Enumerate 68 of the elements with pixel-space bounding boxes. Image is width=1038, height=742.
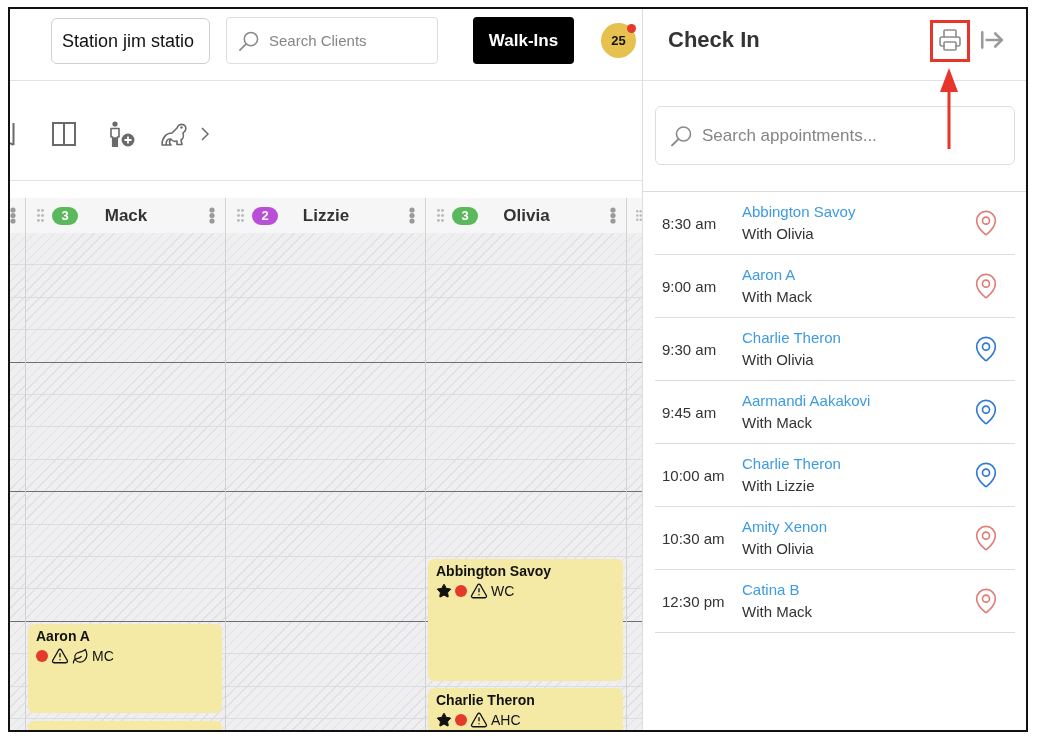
event-title: Charlie Theron xyxy=(436,691,536,709)
client-link[interactable]: Charlie Theron xyxy=(742,453,841,475)
appointment-time: 9:30 am xyxy=(662,340,718,358)
station-select[interactable]: Station jim statio xyxy=(51,18,210,64)
count-badge: 2 xyxy=(252,206,278,225)
dot-icon xyxy=(36,650,48,662)
staff-label: With Lizzie xyxy=(742,476,815,496)
staff-column-name: Olivia xyxy=(503,205,550,226)
search-field[interactable]: Search appointments... xyxy=(655,106,1015,165)
dot-icon xyxy=(455,585,467,597)
client-link[interactable]: Amity Xenon xyxy=(742,516,828,538)
warning-icon xyxy=(470,711,488,729)
partial-icon[interactable] xyxy=(10,121,15,146)
appointment-time: 9:00 am xyxy=(662,277,718,295)
more-icon[interactable] xyxy=(409,207,415,224)
frog-icon[interactable] xyxy=(160,121,188,146)
more-icon[interactable] xyxy=(209,207,215,224)
count-avatar[interactable]: 25 xyxy=(601,23,636,58)
event-card[interactable]: Charlie Theron AHC xyxy=(428,688,623,730)
staff-label: With Olivia xyxy=(742,539,814,559)
appointment-time: 10:30 am xyxy=(662,529,726,547)
add-person-icon[interactable] xyxy=(108,120,135,147)
event-card[interactable]: Aaron A MC xyxy=(28,624,222,713)
search-icon xyxy=(671,125,692,146)
staff-label: With Olivia xyxy=(742,350,814,370)
warning-icon xyxy=(51,647,69,665)
appointment-time: 9:45 am xyxy=(662,403,718,421)
service-code: AHC xyxy=(491,711,521,729)
appointment-time: 8:30 am xyxy=(662,214,718,232)
search-icon xyxy=(239,30,259,51)
service-code: WC xyxy=(491,582,515,600)
split-view-icon[interactable] xyxy=(52,121,76,146)
service-code: MC xyxy=(92,647,114,665)
appointment-time: 10:00 am xyxy=(662,466,726,484)
drag-handle-icon[interactable] xyxy=(437,209,444,222)
highlight-frame xyxy=(930,20,970,62)
more-icon[interactable] xyxy=(610,207,616,224)
client-link[interactable]: Abbington Savoy xyxy=(742,201,856,223)
client-link[interactable]: Aaron A xyxy=(742,264,796,286)
client-link[interactable]: Charlie Theron xyxy=(742,327,841,349)
client-link[interactable]: Catina B xyxy=(742,579,800,601)
event-title: Aaron A xyxy=(36,627,91,645)
search-field[interactable]: Search Clients xyxy=(226,17,438,64)
count-badge: 3 xyxy=(52,206,78,225)
drag-handle-icon[interactable] xyxy=(37,209,44,222)
event-card[interactable]: Abbington Savoy WC xyxy=(428,559,623,681)
printer-icon[interactable] xyxy=(938,28,962,52)
staff-label: With Olivia xyxy=(742,224,814,244)
star-icon xyxy=(436,583,452,599)
panel-title: Check In xyxy=(668,27,760,53)
warning-icon xyxy=(470,582,488,600)
dot-icon xyxy=(455,714,467,726)
drag-handle-icon[interactable] xyxy=(636,209,642,222)
count-badge: 3 xyxy=(452,206,478,225)
staff-label: With Mack xyxy=(742,287,812,307)
more-icon[interactable] xyxy=(10,207,16,224)
drag-handle-icon[interactable] xyxy=(237,209,244,222)
leaf-icon xyxy=(72,647,89,665)
star-icon xyxy=(436,712,452,728)
staff-label: With Mack xyxy=(742,602,812,622)
staff-label: With Mack xyxy=(742,413,812,433)
event-title: Abbington Savoy xyxy=(436,562,553,580)
client-link[interactable]: Aarmandi Aakakovi xyxy=(742,390,871,412)
staff-column-name: Lizzie xyxy=(302,205,350,226)
walk-ins-button[interactable]: Walk-Ins xyxy=(473,17,574,64)
appointment-time: 12:30 pm xyxy=(662,592,726,610)
staff-column-name: Mack xyxy=(104,205,148,226)
chevron-right-icon[interactable] xyxy=(201,126,209,141)
